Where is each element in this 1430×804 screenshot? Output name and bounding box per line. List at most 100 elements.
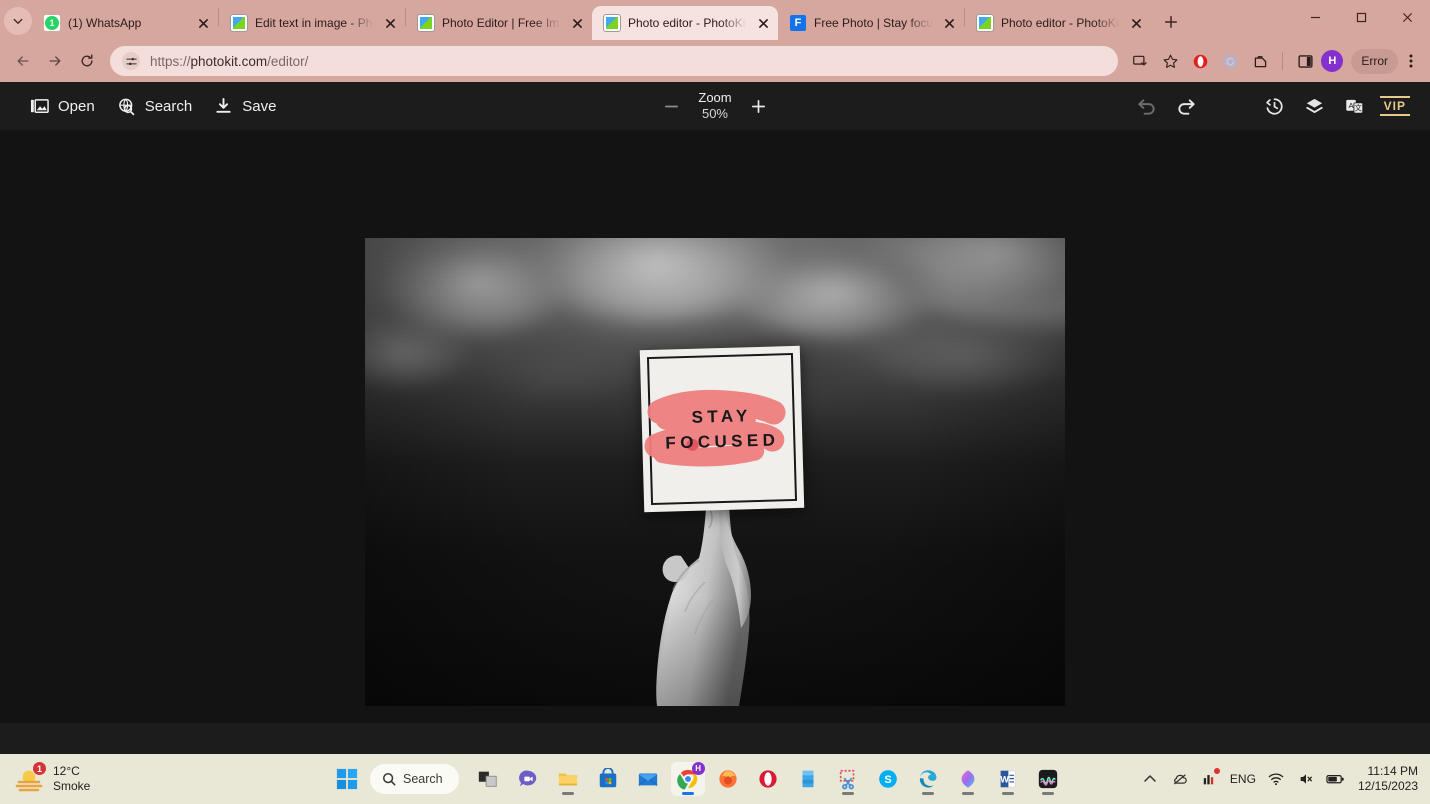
- redo-button[interactable]: [1172, 91, 1202, 121]
- language-indicator[interactable]: ENG: [1230, 772, 1256, 786]
- system-monitor-tray-button[interactable]: [1200, 768, 1220, 789]
- history-button[interactable]: [1260, 91, 1290, 121]
- browser-tab-photo-editor[interactable]: Photo Editor | Free Image E: [406, 6, 592, 40]
- site-settings-icon[interactable]: [122, 52, 140, 70]
- tab-close-button[interactable]: [755, 15, 772, 32]
- audio-editor-button[interactable]: [1031, 762, 1065, 796]
- battery-tray-button[interactable]: [1326, 769, 1346, 789]
- reload-icon: [81, 54, 93, 67]
- clock-date: 12/15/2023: [1357, 779, 1418, 793]
- clock-time: 11:14 PM: [1367, 764, 1418, 778]
- microsoft-word-button[interactable]: W: [991, 762, 1025, 796]
- designer-copilot-button[interactable]: [951, 762, 985, 796]
- microsoft-store-button[interactable]: [591, 762, 625, 796]
- tab-close-button[interactable]: [1128, 15, 1145, 32]
- close-icon: [386, 18, 395, 28]
- window-controls: [1292, 0, 1430, 40]
- chat-teams-button[interactable]: [511, 762, 545, 796]
- reload-button[interactable]: [72, 46, 102, 76]
- tab-search-button[interactable]: [4, 7, 32, 35]
- translate-button[interactable]: A 文: [1340, 91, 1370, 121]
- url-scheme: https://: [150, 53, 191, 69]
- profile-avatar[interactable]: H: [1321, 50, 1344, 72]
- error-status-chip[interactable]: Error: [1351, 48, 1398, 74]
- photo-canvas[interactable]: STAY FOCUSED: [365, 238, 1065, 706]
- opera-icon: [758, 770, 777, 788]
- open-button[interactable]: Open: [30, 97, 95, 116]
- grammarly-extension-icon[interactable]: [1216, 47, 1244, 75]
- opera-button[interactable]: [751, 762, 785, 796]
- browser-tab-edit-text[interactable]: Edit text in image - Photos: [219, 6, 405, 40]
- microsoft-store-icon: [599, 768, 616, 788]
- weather-text: 12°C Smoke: [53, 764, 90, 794]
- install-app-icon[interactable]: [1126, 47, 1154, 75]
- save-button[interactable]: Save: [214, 97, 276, 116]
- chat-teams-icon: [518, 770, 536, 787]
- notepad-button[interactable]: [791, 762, 825, 796]
- forward-button[interactable]: [40, 46, 70, 76]
- zoom-in-button[interactable]: [746, 93, 772, 119]
- forward-arrow-icon: [49, 56, 61, 66]
- back-button[interactable]: [8, 46, 38, 76]
- zoom-out-button[interactable]: [658, 93, 684, 119]
- layers-icon: [1306, 98, 1323, 113]
- undo-icon: [1138, 98, 1155, 115]
- notepad-icon: [802, 770, 814, 788]
- browser-chrome: (1) WhatsApp Edit text in image - Photos…: [0, 0, 1430, 82]
- clipper-extension-icon[interactable]: [1246, 47, 1274, 75]
- skype-button[interactable]: S: [871, 762, 905, 796]
- editor-toolbar-right: A 文 VIP: [1132, 82, 1410, 130]
- task-view-button[interactable]: [471, 762, 505, 796]
- mail-button[interactable]: [631, 762, 665, 796]
- volume-tray-button[interactable]: [1296, 769, 1316, 789]
- search-button[interactable]: Search: [117, 97, 192, 116]
- zoom-readout: Zoom 50%: [698, 90, 731, 123]
- window-minimize-button[interactable]: [1292, 0, 1338, 34]
- canvas-area[interactable]: STAY FOCUSED: [0, 130, 1430, 723]
- layers-button[interactable]: [1300, 91, 1330, 121]
- taskbar-clock[interactable]: 11:14 PM 12/15/2023: [1358, 764, 1418, 794]
- url-host: photokit.com: [190, 53, 268, 69]
- open-label: Open: [58, 97, 95, 115]
- kebab-menu-icon: [1409, 54, 1413, 68]
- google-chrome-button[interactable]: H: [670, 762, 705, 796]
- wifi-tray-button[interactable]: [1266, 769, 1286, 789]
- microsoft-edge-icon: [919, 770, 937, 788]
- tab-title: Photo editor - PhotoKit.co: [1001, 16, 1120, 30]
- browser-menu-button[interactable]: [1400, 47, 1422, 75]
- bookmark-star-icon[interactable]: [1156, 47, 1184, 75]
- photo-editor-app: Open Search Save Zoom 50% A 文 VIP: [0, 82, 1430, 804]
- tab-close-button[interactable]: [941, 15, 958, 32]
- url-path: /editor/: [267, 53, 309, 69]
- tab-close-button[interactable]: [569, 15, 586, 32]
- weather-widget[interactable]: 1 12°C Smoke: [0, 761, 330, 794]
- tab-close-button[interactable]: [195, 15, 212, 32]
- file-explorer-button[interactable]: [551, 762, 585, 796]
- window-maximize-button[interactable]: [1338, 0, 1384, 34]
- task-view-icon: [478, 771, 497, 787]
- onedrive-tray-button[interactable]: [1170, 769, 1190, 789]
- chrome-profile-badge: H: [691, 762, 705, 775]
- side-panel-icon[interactable]: [1291, 47, 1319, 75]
- tray-overflow-button[interactable]: [1140, 769, 1160, 789]
- windows-start-button[interactable]: [330, 762, 364, 796]
- opera-extension-icon[interactable]: [1186, 47, 1214, 75]
- audio-editor-icon: [1038, 769, 1057, 789]
- firefox-button[interactable]: [711, 762, 745, 796]
- undo-button[interactable]: [1132, 91, 1162, 121]
- vip-button[interactable]: VIP: [1379, 96, 1410, 116]
- window-close-button[interactable]: [1384, 0, 1430, 34]
- address-bar[interactable]: https://photokit.com/editor/: [110, 46, 1119, 76]
- snipping-tool-button[interactable]: [831, 762, 865, 796]
- taskbar-search-box[interactable]: Search: [370, 764, 459, 794]
- tab-close-button[interactable]: [382, 15, 399, 32]
- microsoft-edge-button[interactable]: [911, 762, 945, 796]
- windows-taskbar: 1 12°C Smoke Search H S W ENG 11:14 PM 1…: [0, 754, 1430, 804]
- new-tab-button[interactable]: [1157, 8, 1185, 36]
- translate-icon: A 文: [1346, 99, 1364, 114]
- browser-tab-whatsapp[interactable]: (1) WhatsApp: [32, 6, 218, 40]
- browser-tab-photokit-active[interactable]: Photo editor - PhotoKit.co: [592, 6, 778, 40]
- skype-icon: S: [878, 770, 897, 788]
- browser-tab-freepik[interactable]: Free Photo | Stay focused s: [778, 6, 964, 40]
- browser-tab-photokit-2[interactable]: Photo editor - PhotoKit.co: [965, 6, 1151, 40]
